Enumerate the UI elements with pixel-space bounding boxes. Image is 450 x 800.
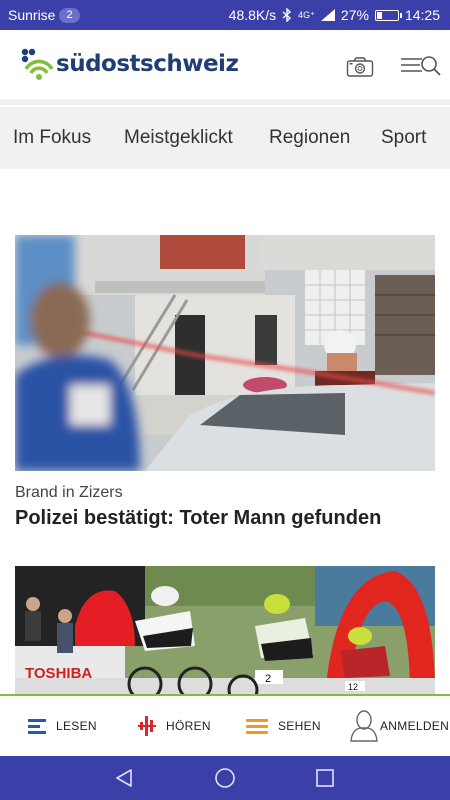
logo-wordmark: südostschweiz (56, 51, 239, 77)
notification-count-badge: 2 (59, 7, 80, 23)
nav-hoeren[interactable]: HÖREN (138, 696, 211, 756)
tab-im-fokus[interactable]: Im Fokus (13, 127, 91, 149)
nav-hoeren-label: HÖREN (166, 719, 211, 733)
nav-lesen-label: LESEN (56, 719, 97, 733)
listen-icon (138, 716, 156, 736)
app-header: südostschweiz (0, 30, 450, 100)
battery-percent: 27% (340, 7, 369, 23)
clock: 14:25 (404, 7, 440, 23)
back-icon[interactable] (114, 768, 134, 788)
user-icon (350, 710, 378, 742)
nav-sehen[interactable]: SEHEN (246, 696, 321, 756)
signal-icon (320, 9, 335, 21)
nav-anmelden[interactable]: ANMELDEN (350, 696, 449, 756)
tab-meistgeklickt[interactable]: Meistgeklickt (124, 127, 233, 149)
bottom-nav: LESEN HÖREN SEHEN ANMELDEN (0, 694, 450, 756)
network-speed: 48.8K/s (228, 7, 277, 23)
camera-icon[interactable] (346, 56, 374, 78)
carrier-name: Sunrise (8, 7, 56, 23)
header-divider (0, 99, 450, 105)
home-icon[interactable] (214, 767, 236, 789)
bib-number: 12 (348, 682, 358, 692)
logo-wifi-icon (21, 48, 54, 80)
menu-search-icon[interactable] (400, 54, 442, 78)
article-image-bike-race[interactable]: TOSHIBA 2 12 (15, 566, 435, 696)
bluetooth-icon (282, 8, 292, 22)
tab-sport[interactable]: Sport (381, 127, 426, 149)
category-tabs: Im Fokus Meistgeklickt Regionen Sport (0, 107, 450, 169)
status-bar: Sunrise 2 48.8K/s 4G⁺ 27% 14:25 (0, 0, 450, 30)
nav-sehen-label: SEHEN (278, 719, 321, 733)
article-kicker: Brand in Zizers (15, 484, 123, 501)
article-headline[interactable]: Polizei bestätigt: Toter Mann gefunden (15, 507, 381, 530)
battery-icon (374, 9, 402, 21)
network-type: 4G⁺ (298, 9, 315, 20)
recents-icon[interactable] (315, 768, 335, 788)
system-nav-bar (0, 756, 450, 800)
bib-number: 2 (265, 673, 271, 685)
tab-regionen[interactable]: Regionen (269, 127, 350, 149)
read-icon (28, 719, 46, 734)
nav-lesen[interactable]: LESEN (28, 696, 97, 756)
logo[interactable]: südostschweiz (20, 47, 239, 81)
watch-icon (246, 719, 268, 734)
nav-anmelden-label: ANMELDEN (380, 719, 450, 733)
article-image-fire[interactable] (15, 235, 435, 471)
